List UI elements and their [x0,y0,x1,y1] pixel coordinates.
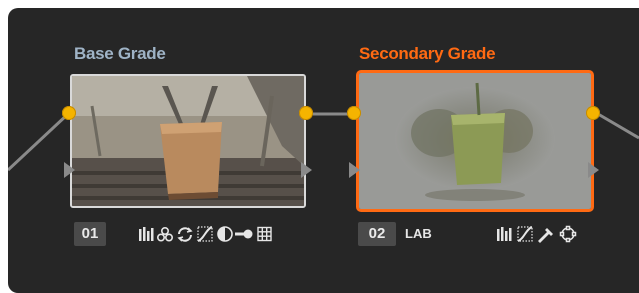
output-arrow-node1 [301,162,312,178]
eyedropper-icon [538,228,553,243]
rgb-mixer-icon [139,227,154,241]
window-icon [559,225,577,243]
input-port-node1[interactable] [62,106,76,120]
rgb-mixer-icon [497,227,512,241]
qualifier-icon [217,226,233,242]
node1-tool-icons [138,225,304,243]
output-port-node1[interactable] [299,106,313,120]
refresh-icon [177,227,193,242]
node-number-01: 01 [74,222,106,246]
colorspace-label: LAB [405,226,432,241]
node-title-secondary-grade: Secondary Grade [359,44,496,63]
node-graph-canvas[interactable]: Base Grade 01 Secondary Grade 02 LAB [8,8,639,293]
wire-output [597,112,639,140]
curves-icon [517,226,533,242]
input-port-node2[interactable] [347,106,361,120]
input-arrow-node1 [64,162,75,178]
wire-input [8,112,70,172]
node-number-02: 02 [358,222,396,246]
node-thumbnail-base-grade[interactable] [70,74,306,208]
curves-icon [197,226,213,242]
output-port-node2[interactable] [586,106,600,120]
color-wheels-icon [156,226,173,242]
grid-icon [257,226,272,242]
node-thumbnail-secondary-grade[interactable] [356,70,594,212]
input-arrow-node2 [349,162,360,178]
output-arrow-node2 [588,162,599,178]
node-title-base-grade: Base Grade [74,44,166,63]
key-icon [235,229,253,239]
node2-tool-icons [496,225,592,243]
